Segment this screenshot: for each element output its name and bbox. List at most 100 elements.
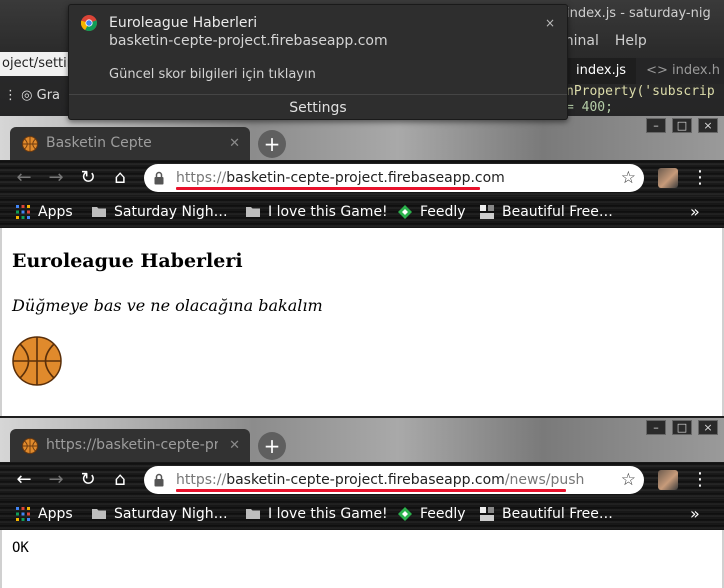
- page-heading: Euroleague Haberleri: [12, 250, 243, 272]
- folder-icon: [92, 207, 106, 217]
- folder-icon: [246, 509, 260, 519]
- forward-arrow-icon[interactable]: →: [44, 166, 68, 190]
- bookmark-apps[interactable]: Apps: [16, 498, 73, 530]
- bookmark-label: I love this Game!: [268, 204, 388, 220]
- tab-close-icon[interactable]: ✕: [229, 127, 240, 160]
- tab-close-icon[interactable]: ✕: [229, 429, 240, 462]
- browser-toolbar: ← → ↻ ⌂ https://basketin-cepte-project.f…: [0, 160, 724, 196]
- url-host: basketin-cepte-project.firebaseapp.com: [226, 170, 505, 186]
- folder-icon: [92, 509, 106, 519]
- bookmark-label: I love this Game!: [268, 506, 388, 522]
- bookmark-star-icon[interactable]: ☆: [621, 164, 636, 192]
- new-tab-button[interactable]: +: [258, 432, 286, 460]
- editor-menu-bar: minal Help: [560, 30, 724, 52]
- bookmarks-bar: Apps Saturday Nigh… I love this Game! Fe…: [0, 196, 724, 228]
- editor-window-title: index.js - saturday-nig: [566, 6, 711, 21]
- bookmark-saturday-night[interactable]: Saturday Nigh…: [92, 498, 228, 530]
- browser-toolbar: ← → ↻ ⌂ https://basketin-cepte-project.f…: [0, 462, 724, 498]
- bookmark-i-love-this-game[interactable]: I love this Game!: [246, 498, 388, 530]
- new-tab-button[interactable]: +: [258, 130, 286, 158]
- bookmark-saturday-night[interactable]: Saturday Nigh…: [92, 196, 228, 228]
- browser-menu-icon[interactable]: ⋮: [690, 166, 710, 190]
- bookmark-label: Saturday Nigh…: [114, 506, 228, 522]
- maximize-button[interactable]: □: [672, 118, 692, 133]
- response-text: OK: [12, 540, 29, 556]
- bookmark-label: Beautiful Free…: [502, 204, 613, 220]
- google-icon: ◎: [21, 88, 37, 103]
- tab-news-push[interactable]: https://basketin-cepte-pro ✕: [10, 429, 250, 462]
- apps-grid-icon: [16, 507, 30, 521]
- page-paragraph: Düğmeye bas ve ne olacağına bakalım: [12, 296, 323, 315]
- basketball-favicon-icon: [22, 136, 38, 152]
- tab-strip: – □ × https://basketin-cepte-pro ✕ +: [0, 418, 724, 462]
- bookmark-apps[interactable]: Apps: [16, 196, 73, 228]
- bookmark-label: Feedly: [420, 204, 466, 220]
- bookmark-feedly[interactable]: Feedly: [398, 196, 466, 228]
- tab-title: https://basketin-cepte-pro: [46, 437, 218, 453]
- editor-code: nProperty('subscrip = 400;: [566, 84, 724, 116]
- push-notification[interactable]: Euroleague Haberleri basketin-cepte-proj…: [68, 4, 568, 120]
- bookmark-beautiful-free[interactable]: Beautiful Free…: [480, 498, 613, 530]
- bookmark-label: Feedly: [420, 506, 466, 522]
- tab-basketin-cepte[interactable]: Basketin Cepte ✕: [10, 127, 250, 160]
- feedly-icon: [398, 507, 412, 521]
- background-bookmark-label: Gra: [36, 88, 61, 103]
- profile-avatar[interactable]: [658, 168, 678, 188]
- home-icon[interactable]: ⌂: [108, 468, 132, 492]
- editor-tab-index-html[interactable]: <> index.h: [636, 58, 724, 84]
- basketball-button[interactable]: [12, 336, 62, 386]
- editor-menu-help[interactable]: Help: [615, 33, 647, 49]
- page-icon: [480, 507, 494, 521]
- bookmark-label: Apps: [38, 204, 73, 220]
- profile-avatar[interactable]: [658, 470, 678, 490]
- bookmarks-bar: Apps Saturday Nigh… I love this Game! Fe…: [0, 498, 724, 530]
- home-icon[interactable]: ⌂: [108, 166, 132, 190]
- close-window-button[interactable]: ×: [698, 420, 718, 435]
- reload-icon[interactable]: ↻: [76, 166, 100, 190]
- notification-close-button[interactable]: ×: [545, 14, 555, 32]
- folder-icon: [246, 207, 260, 217]
- page-icon: [480, 205, 494, 219]
- editor-tab-bar: index.js <> index.h: [566, 58, 724, 84]
- url-scheme: https://: [176, 170, 227, 186]
- apps-grid-icon: [16, 205, 30, 219]
- reload-icon[interactable]: ↻: [76, 468, 100, 492]
- browser-menu-icon[interactable]: ⋮: [690, 468, 710, 492]
- tab-strip: – □ × Basketin Cepte ✕ +: [0, 116, 724, 160]
- notification-settings-button[interactable]: Settings: [69, 97, 567, 119]
- notification-site: basketin-cepte-project.firebaseapp.com: [109, 33, 388, 49]
- lock-icon: [154, 473, 164, 487]
- address-bar[interactable]: https://basketin-cepte-project.firebasea…: [144, 466, 644, 494]
- url-scheme: https://: [176, 472, 227, 488]
- notification-body[interactable]: Güncel skor bilgileri için tıklayın: [109, 66, 316, 84]
- red-highlight-underline: [176, 187, 480, 190]
- bookmarks-overflow-icon[interactable]: »: [690, 498, 700, 530]
- maximize-button[interactable]: □: [672, 420, 692, 435]
- bookmark-label: Beautiful Free…: [502, 506, 613, 522]
- bookmark-label: Saturday Nigh…: [114, 204, 228, 220]
- address-bar[interactable]: https://basketin-cepte-project.firebasea…: [144, 164, 644, 192]
- code-line: nProperty('subscrip: [566, 84, 715, 99]
- close-window-button[interactable]: ×: [698, 118, 718, 133]
- bookmark-i-love-this-game[interactable]: I love this Game!: [246, 196, 388, 228]
- page-content: Euroleague Haberleri Düğmeye bas ve ne o…: [0, 228, 724, 416]
- url-host: basketin-cepte-project.firebaseapp.com: [226, 472, 505, 488]
- minimize-button[interactable]: –: [646, 118, 666, 133]
- notification-title: Euroleague Haberleri: [109, 15, 258, 31]
- browser-window-home: – □ × Basketin Cepte ✕ + ← → ↻ ⌂ https:/…: [0, 116, 724, 416]
- bookmark-label: Apps: [38, 506, 73, 522]
- bookmarks-overflow-icon[interactable]: »: [690, 196, 700, 228]
- back-arrow-icon[interactable]: ←: [12, 166, 36, 190]
- browser-window-push: – □ × https://basketin-cepte-pro ✕ + ← →…: [0, 418, 724, 588]
- minimize-button[interactable]: –: [646, 420, 666, 435]
- feedly-icon: [398, 205, 412, 219]
- bookmark-star-icon[interactable]: ☆: [621, 466, 636, 494]
- bookmark-beautiful-free[interactable]: Beautiful Free…: [480, 196, 613, 228]
- bookmark-feedly[interactable]: Feedly: [398, 498, 466, 530]
- forward-arrow-icon[interactable]: →: [44, 468, 68, 492]
- back-arrow-icon[interactable]: ←: [12, 468, 36, 492]
- tab-title: Basketin Cepte: [46, 135, 152, 151]
- basketball-favicon-icon: [22, 438, 38, 454]
- editor-tab-index-js[interactable]: index.js: [566, 58, 637, 84]
- chrome-icon: [81, 15, 97, 31]
